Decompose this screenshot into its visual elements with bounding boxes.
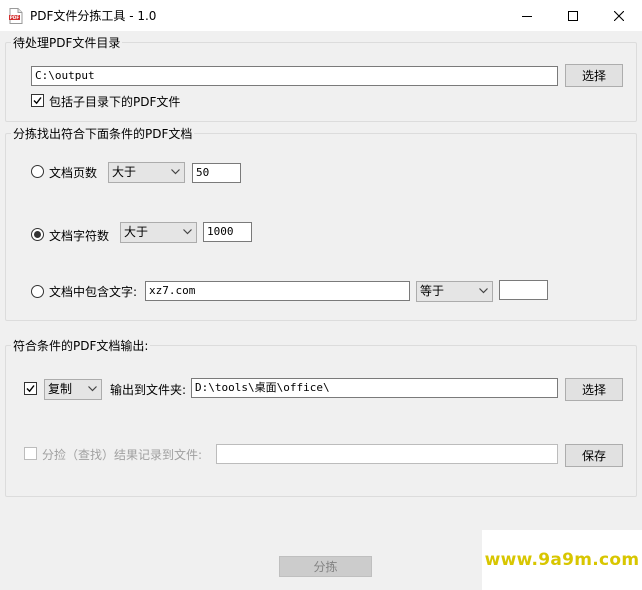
chevron-down-icon xyxy=(479,288,488,294)
output-group xyxy=(5,345,637,497)
contains-text-operator-value: 等于 xyxy=(420,284,445,298)
contains-text-label: 文档中包含文字: xyxy=(49,285,138,299)
contains-text-radio[interactable] xyxy=(31,285,44,298)
log-file-checkbox[interactable] xyxy=(24,447,37,460)
page-count-operator-select[interactable]: 大于 xyxy=(108,162,185,183)
pdf-file-icon: PDF xyxy=(8,8,24,24)
output-folder-input[interactable]: D:\tools\桌面\office\ xyxy=(191,378,558,398)
log-save-button[interactable]: 保存 xyxy=(565,444,623,467)
include-subdirs-label: 包括子目录下的PDF文件 xyxy=(49,95,181,109)
output-group-label: 符合条件的PDF文档输出: xyxy=(11,337,151,354)
close-button[interactable] xyxy=(596,0,642,31)
minimize-icon xyxy=(522,15,532,17)
checkmark-icon xyxy=(26,385,35,393)
source-group-label: 待处理PDF文件目录 xyxy=(11,34,123,51)
output-folder-label: 输出到文件夹: xyxy=(110,383,187,397)
output-enabled-checkbox[interactable] xyxy=(24,382,37,395)
contains-text-operator-select[interactable]: 等于 xyxy=(416,281,493,302)
close-icon xyxy=(614,10,624,21)
output-action-value: 复制 xyxy=(48,382,73,396)
checkmark-icon xyxy=(33,97,42,105)
include-subdirs-checkbox[interactable] xyxy=(31,94,44,107)
page-count-operator-value: 大于 xyxy=(112,165,137,179)
log-file-input[interactable] xyxy=(216,444,558,464)
page-count-radio[interactable] xyxy=(31,165,44,178)
output-action-select[interactable]: 复制 xyxy=(44,379,102,400)
contains-text-value-input[interactable] xyxy=(499,280,548,300)
log-file-label: 分捡（查找）结果记录到文件: xyxy=(42,448,203,462)
source-path-input[interactable]: C:\output xyxy=(31,66,558,86)
sort-button[interactable]: 分拣 xyxy=(279,556,372,577)
char-count-value-input[interactable]: 1000 xyxy=(203,222,252,242)
chevron-down-icon xyxy=(183,229,192,235)
source-browse-button[interactable]: 选择 xyxy=(565,64,623,87)
title-bar: PDF PDF文件分拣工具 - 1.0 xyxy=(0,0,642,31)
chevron-down-icon xyxy=(171,169,180,175)
chevron-down-icon xyxy=(88,386,97,392)
char-count-radio[interactable] xyxy=(31,228,44,241)
svg-text:PDF: PDF xyxy=(10,15,20,20)
char-count-label: 文档字符数 xyxy=(49,229,110,243)
maximize-button[interactable] xyxy=(550,0,596,31)
char-count-operator-value: 大于 xyxy=(124,225,149,239)
minimize-button[interactable] xyxy=(504,0,550,31)
output-browse-button[interactable]: 选择 xyxy=(565,378,623,401)
maximize-icon xyxy=(568,10,578,21)
page-count-label: 文档页数 xyxy=(49,166,98,180)
window-title: PDF文件分拣工具 - 1.0 xyxy=(30,9,157,23)
char-count-operator-select[interactable]: 大于 xyxy=(120,222,197,243)
page-count-value-input[interactable]: 50 xyxy=(192,163,241,183)
contains-text-input[interactable]: xz7.com xyxy=(145,281,410,301)
criteria-group-label: 分拣找出符合下面条件的PDF文档 xyxy=(11,125,195,142)
watermark-logo: www.9a9m.com xyxy=(482,530,642,590)
